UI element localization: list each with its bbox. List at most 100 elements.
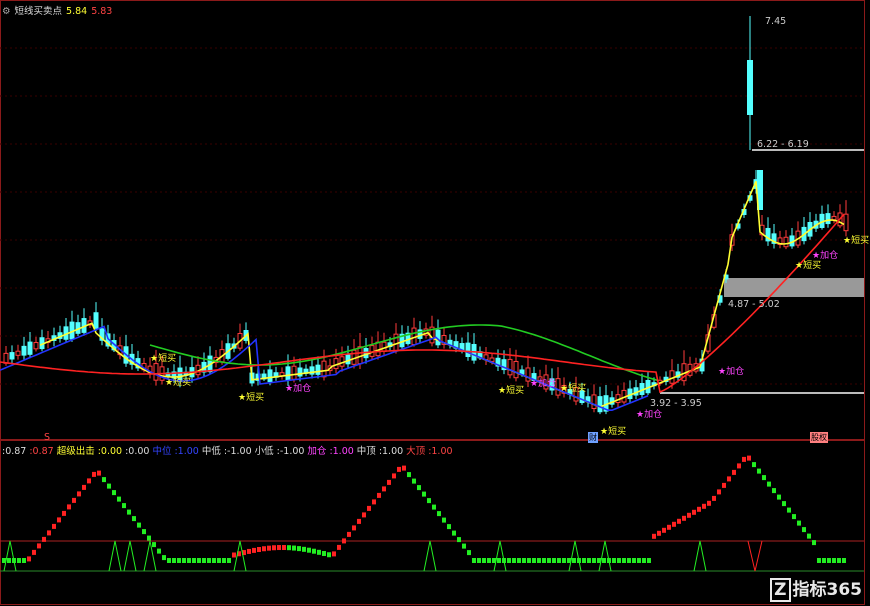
indicator-bar	[747, 455, 751, 461]
indicator-bar	[427, 498, 431, 504]
indicator-bar	[147, 535, 151, 541]
candle-body	[3, 352, 9, 364]
indicator-bar	[142, 529, 146, 535]
ind-value-0: :0.87	[2, 446, 27, 457]
add-signal: ★加仓	[636, 410, 663, 420]
indicator-title[interactable]: 短线买卖点	[15, 6, 63, 17]
indicator-bar	[697, 506, 701, 512]
indicator-bar	[152, 542, 156, 548]
indicator-bar	[707, 500, 711, 506]
indicator-bar	[787, 507, 791, 513]
indicator-bar	[617, 558, 621, 563]
indicator-bar	[222, 558, 226, 563]
indicator-bar	[547, 558, 551, 563]
indicator-bar	[372, 499, 376, 505]
indicator-chart[interactable]	[0, 440, 870, 606]
indicator-bar	[102, 477, 106, 483]
indicator-bar	[612, 558, 616, 563]
indicator-bar	[602, 558, 606, 563]
indicator-bar	[292, 545, 296, 551]
range-band-mid	[724, 278, 864, 297]
indicator-bar	[257, 546, 261, 552]
indicator-bar	[802, 527, 806, 533]
indicator-bar	[782, 501, 786, 507]
indicator-bar	[817, 558, 821, 563]
indicator-bar	[757, 468, 761, 474]
indicator-bar	[97, 470, 101, 476]
indicator-bar	[677, 518, 681, 524]
indicator-header: :0.87:0.87 超级出击:0.00:0.00 中位:1.00 中低:-1.00 小…	[2, 443, 456, 457]
signal-spike	[598, 540, 612, 572]
candle-body	[465, 342, 471, 358]
signal-spike	[3, 540, 17, 572]
indicator-bar	[62, 510, 66, 516]
indicator-bar	[392, 473, 396, 479]
indicator-bar	[112, 490, 116, 496]
indicator-bar	[822, 558, 826, 563]
indicator-bar	[342, 538, 346, 544]
indicator-bar	[662, 527, 666, 533]
ind-h-val: :1.00	[428, 446, 453, 457]
indicator-bar	[652, 533, 656, 539]
high-price-label: 7.45	[765, 16, 787, 27]
range-label-mid: 4.87 - 5.02	[728, 299, 780, 310]
indicator-bar	[537, 558, 541, 563]
indicator-bar	[512, 558, 516, 563]
indicator-bar	[727, 476, 731, 482]
header-value-1: 5.84	[66, 6, 88, 17]
indicator-bar	[312, 548, 316, 554]
indicator-bar	[212, 558, 216, 563]
indicator-bar	[827, 558, 831, 563]
indicator-bar	[397, 466, 401, 472]
indicator-bar	[267, 545, 271, 551]
indicator-bar	[122, 503, 126, 509]
indicator-bar	[702, 503, 706, 509]
gear-icon[interactable]: ⚙	[2, 6, 11, 17]
finance-marker[interactable]: 财	[588, 432, 598, 443]
candle-body	[321, 360, 327, 378]
indicator-bar	[657, 530, 661, 536]
indicator-bar	[557, 558, 561, 563]
indicator-bar	[362, 512, 366, 518]
indicator-bar	[382, 486, 386, 492]
indicator-bar	[67, 504, 71, 510]
indicator-bar	[772, 488, 776, 494]
ind-name[interactable]: 超级出击	[57, 446, 95, 457]
indicator-bar	[172, 558, 176, 563]
indicator-bar	[642, 558, 646, 563]
indicator-bar	[552, 558, 556, 563]
equity-marker[interactable]: 股权	[810, 432, 828, 443]
ind-h-label: 大顶	[406, 446, 426, 457]
indicator-bar	[402, 465, 406, 471]
indicator-bar	[352, 525, 356, 531]
indicator-bar	[127, 509, 131, 515]
candle-body	[33, 342, 39, 350]
indicator-bar	[412, 478, 416, 484]
indicator-bar	[32, 549, 36, 555]
indicator-bar	[187, 558, 191, 563]
indicator-bar	[82, 484, 86, 490]
indicator-bar	[732, 469, 736, 475]
indicator-bar	[357, 518, 361, 524]
candle-body	[507, 358, 513, 376]
candle-body	[267, 369, 273, 383]
indicator-bar	[432, 504, 436, 510]
add-signal: ★加仓	[285, 384, 312, 394]
indicator-bar	[17, 558, 21, 563]
candle-body	[9, 352, 15, 360]
indicator-bar	[692, 509, 696, 515]
candle-body	[21, 345, 27, 356]
add-signal: ★加仓	[530, 379, 557, 389]
indicator-bar	[792, 514, 796, 520]
signal-spike	[493, 540, 507, 572]
indicator-bar	[687, 512, 691, 518]
indicator-bar	[182, 558, 186, 563]
logo-text: 指标365	[792, 580, 863, 600]
indicator-bar	[812, 540, 816, 546]
candle-body	[513, 360, 519, 379]
indicator-bar	[487, 558, 491, 563]
ind-value-1: :0.87	[29, 446, 54, 457]
ind-f-val: :1.00	[329, 446, 354, 457]
indicator-bar	[517, 558, 521, 563]
candle-body	[15, 350, 21, 356]
